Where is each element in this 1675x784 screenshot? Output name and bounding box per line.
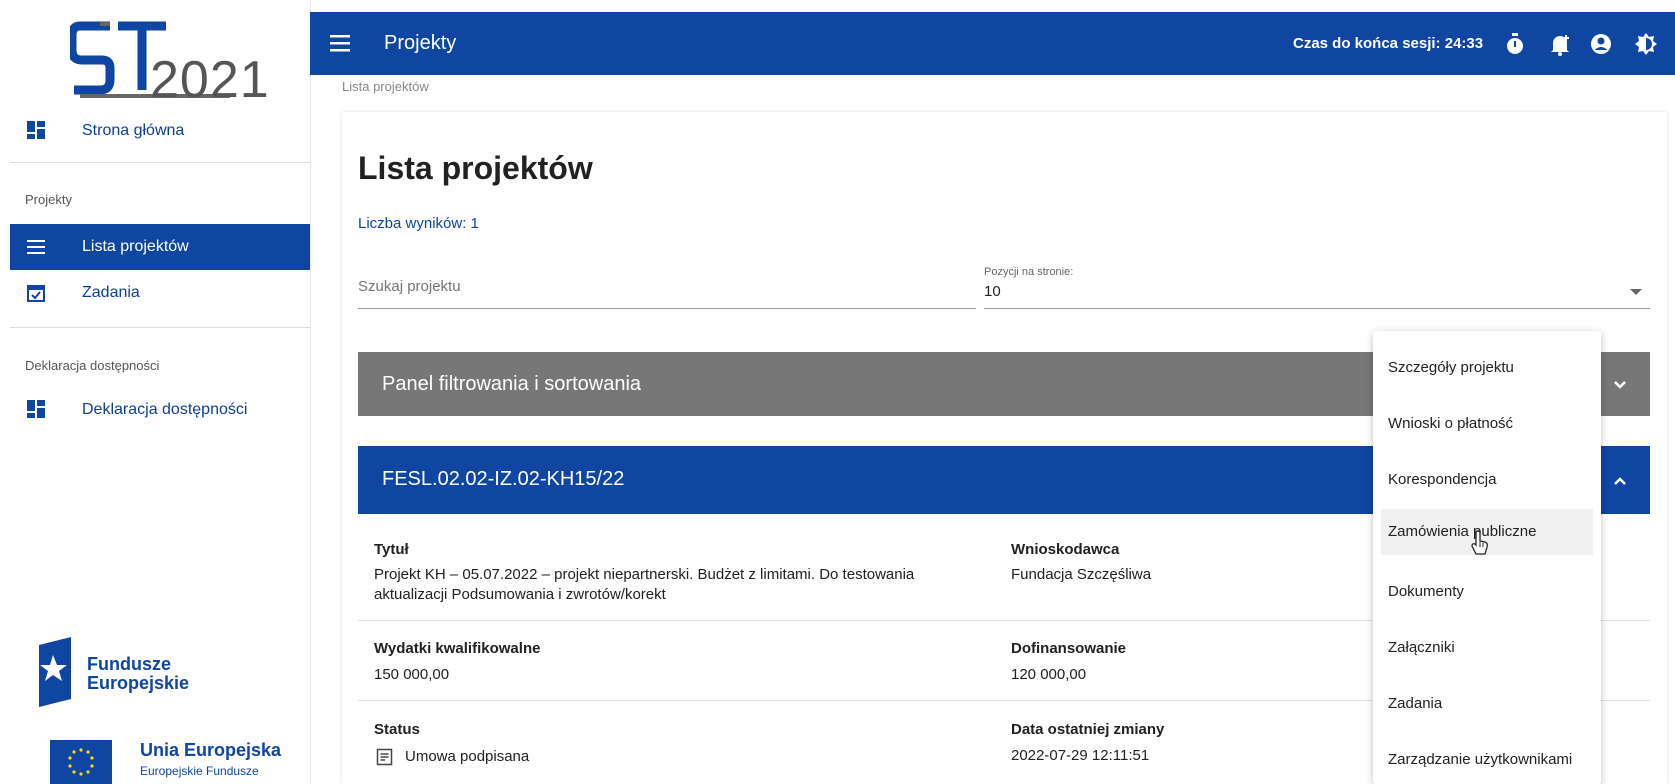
chevron-up-icon [1614, 477, 1626, 485]
logo-year: 2021 [150, 51, 270, 109]
eu-logo-line1: Unia Europejska [140, 740, 282, 760]
list-icon [27, 240, 45, 254]
sidebar-item-label: Zadania [82, 284, 140, 301]
menu-item-tasks[interactable]: Zadania [1373, 681, 1601, 727]
divider [10, 162, 310, 163]
section-title-projects: Projekty [25, 192, 72, 207]
hamburger-menu-icon[interactable] [330, 34, 352, 52]
funding-value: 120 000,00 [1011, 666, 1087, 683]
sidebar-item-home[interactable]: Strona główna [10, 108, 310, 154]
app-bar-title: Projekty [384, 32, 457, 54]
menu-item-attachments[interactable]: Załączniki [1373, 625, 1601, 671]
top-app-bar: Projekty Czas do końca sesji: 24:33 [310, 12, 1675, 75]
session-timer: Czas do końca sesji: 24:33 [1293, 35, 1484, 52]
sidebar-item-label: Strona główna [82, 122, 185, 139]
european-funds-logo: Fundusze Europejskie [35, 637, 195, 707]
sl2021-logo: 2021 [67, 20, 269, 109]
search-field [358, 270, 976, 309]
eu-flag-logo: Unia Europejska Europejskie Fundusze [35, 740, 295, 784]
menu-item-payment-requests[interactable]: Wnioski o płatność [1373, 401, 1601, 447]
sidebar-item-project-list[interactable]: Lista projektów [10, 224, 310, 270]
applicant-value: Fundacja Szczęśliwa [1011, 566, 1152, 583]
sidebar-item-tasks[interactable]: Zadania [10, 270, 310, 316]
title-value: Projekt KH – 05.07.2022 – projekt niepar… [374, 566, 915, 603]
last-change-label: Data ostatniej zmiany [1011, 721, 1165, 738]
menu-item-project-details[interactable]: Szczegóły projektu [1373, 345, 1601, 391]
title-label: Tytuł [374, 541, 409, 558]
results-count: Liczba wyników: 1 [358, 215, 479, 232]
project-id: FESL.02.02-IZ.02-KH15/22 [382, 468, 625, 490]
stopwatch-icon[interactable] [1503, 32, 1527, 56]
project-actions-menu: Szczegóły projektu Wnioski o płatność Ko… [1373, 331, 1601, 784]
per-page-select[interactable]: Pozycji na stronie: 10 [984, 263, 1650, 309]
applicant-label: Wnioskodawca [1011, 541, 1120, 558]
chevron-down-icon [1614, 381, 1626, 389]
last-change-value: 2022-07-29 12:11:51 [1011, 747, 1150, 764]
document-status-icon [376, 748, 393, 766]
european-funds-line2: Europejskie [87, 673, 190, 693]
dropdown-arrow-icon [1630, 289, 1642, 295]
account-icon[interactable] [1589, 32, 1613, 56]
sidebar-item-accessibility[interactable]: Deklaracja dostępności [10, 387, 310, 433]
divider [10, 327, 310, 328]
per-page-label: Pozycji na stronie: [984, 266, 1074, 278]
menu-item-correspondence[interactable]: Korespondencja [1373, 457, 1601, 503]
eligible-expenses-value: 150 000,00 [374, 666, 450, 683]
sidebar-item-label: Deklaracja dostępności [82, 401, 248, 418]
european-funds-emblem [39, 637, 71, 707]
funding-label: Dofinansowanie [1011, 640, 1127, 657]
hand-pointer-cursor-icon [1471, 530, 1488, 555]
search-input[interactable] [358, 270, 958, 295]
notification-add-icon[interactable] [1548, 32, 1572, 56]
eu-logo-line2: Europejskie Fundusze [140, 764, 259, 778]
sidebar-item-label: Lista projektów [82, 238, 189, 255]
calendar-check-icon [27, 285, 45, 302]
dashboard-icon [27, 400, 45, 418]
eu-flag-icon [50, 740, 112, 784]
breadcrumb[interactable]: Lista projektów [342, 79, 429, 94]
filter-panel-title: Panel filtrowania i sortowania [382, 373, 642, 395]
status-label: Status [374, 721, 420, 738]
sidebar: 2021 Strona główna Projekty Lista projek… [10, 0, 311, 784]
dashboard-icon [27, 121, 45, 139]
european-funds-line1: Fundusze [87, 654, 171, 674]
section-title-accessibility: Deklaracja dostępności [25, 358, 160, 373]
menu-item-user-management[interactable]: Zarządzanie użytkownikami [1373, 737, 1601, 783]
page-title: Lista projektów [358, 150, 593, 186]
menu-item-documents[interactable]: Dokumenty [1373, 569, 1601, 615]
brightness-contrast-icon[interactable] [1634, 32, 1658, 56]
per-page-value: 10 [984, 283, 1001, 300]
status-value: Umowa podpisana [405, 748, 530, 765]
eligible-expenses-label: Wydatki kwalifikowalne [374, 640, 541, 657]
